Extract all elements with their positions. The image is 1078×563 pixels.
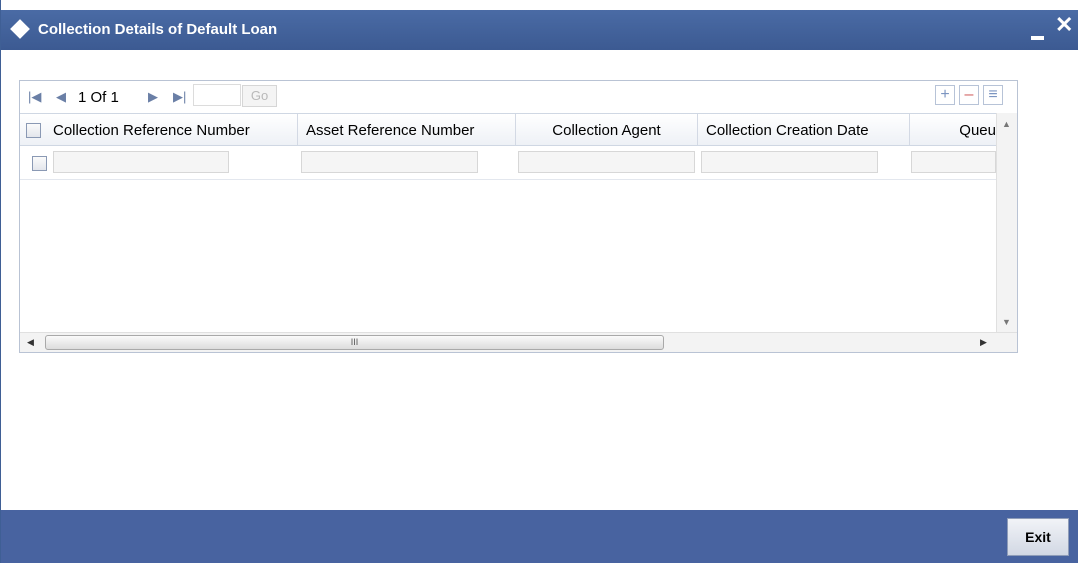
column-header[interactable]: Queu	[910, 114, 996, 145]
window-title: Collection Details of Default Loan	[38, 21, 278, 38]
table-row[interactable]	[20, 147, 996, 180]
vertical-scrollbar[interactable]: ▲ ▼	[996, 113, 1017, 332]
scroll-left-icon[interactable]: ◀	[27, 337, 34, 348]
close-icon[interactable]: ✕	[1055, 14, 1073, 36]
exit-button[interactable]: Exit	[1007, 518, 1069, 556]
horizontal-scroll-thumb[interactable]: III	[45, 335, 664, 350]
scroll-down-icon[interactable]: ▼	[1002, 317, 1011, 327]
column-header[interactable]: Collection Reference Number	[47, 114, 298, 145]
footer-bar: Exit	[1, 510, 1078, 563]
page-indicator: 1 Of 1	[78, 89, 119, 106]
title-bar: Collection Details of Default Loan ✕	[1, 10, 1078, 50]
first-page-icon[interactable]: |◀	[28, 89, 41, 105]
row-checkbox[interactable]	[32, 156, 47, 171]
add-row-icon[interactable]: +	[935, 85, 955, 105]
column-header[interactable]: Asset Reference Number	[298, 114, 516, 145]
horizontal-scrollbar[interactable]: ◀ III ▶	[20, 332, 1017, 352]
next-page-icon[interactable]: ▶	[148, 89, 158, 105]
scroll-up-icon[interactable]: ▲	[1002, 119, 1011, 129]
column-header[interactable]: Collection Creation Date	[698, 114, 910, 145]
previous-page-icon[interactable]: ◀	[56, 89, 66, 105]
collection-creation-date-field[interactable]	[701, 151, 878, 173]
collection-details-grid: |◀ ◀ 1 Of 1 ▶ ▶| Go + – ≡ Collection Ref…	[19, 80, 1018, 353]
collection-agent-field[interactable]	[518, 151, 695, 173]
grid-toolbar: |◀ ◀ 1 Of 1 ▶ ▶| Go + – ≡	[20, 81, 1017, 113]
queue-field[interactable]	[911, 151, 996, 173]
window: Collection Details of Default Loan ✕ |◀ …	[0, 0, 1078, 563]
collection-reference-number-field[interactable]	[53, 151, 229, 173]
asset-reference-number-field[interactable]	[301, 151, 478, 173]
single-view-icon[interactable]: ≡	[983, 85, 1003, 105]
go-button[interactable]: Go	[242, 85, 277, 107]
minimize-icon[interactable]	[1031, 36, 1044, 40]
last-page-icon[interactable]: ▶|	[173, 89, 186, 105]
scroll-right-icon[interactable]: ▶	[980, 337, 987, 348]
page-number-input[interactable]	[193, 84, 241, 106]
column-header[interactable]: Collection Agent	[516, 114, 698, 145]
select-all-checkbox[interactable]	[26, 123, 41, 138]
grid-header: Collection Reference Number Asset Refere…	[20, 113, 996, 146]
window-diamond-icon	[10, 19, 30, 39]
delete-row-icon[interactable]: –	[959, 85, 979, 105]
